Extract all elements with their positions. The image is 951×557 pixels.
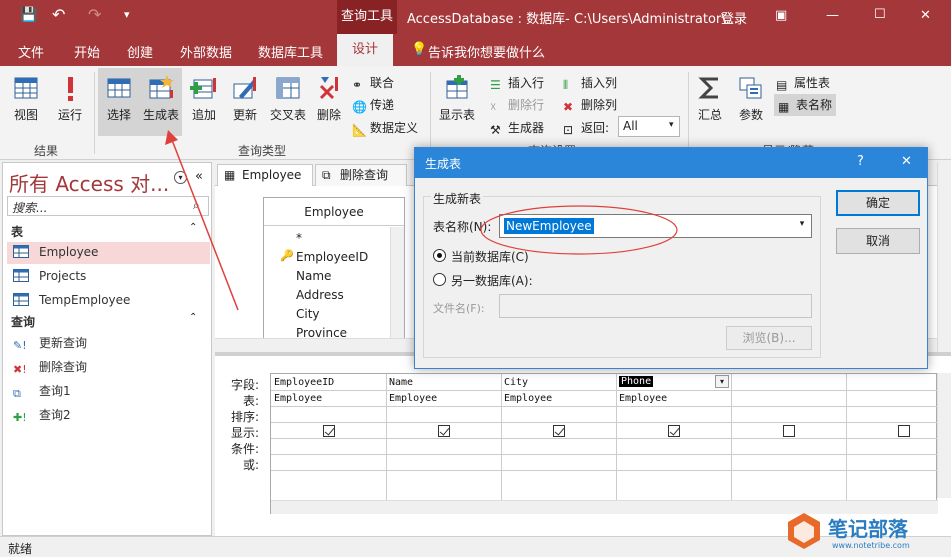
watermark-url: www.notetribe.com (832, 541, 910, 550)
chevron-down-icon[interactable]: ▾ (795, 219, 809, 233)
dialog-close-button[interactable]: ✕ (901, 154, 912, 169)
file-name-input[interactable] (499, 294, 812, 318)
watermark-logo-icon (788, 513, 820, 549)
radio-dot (437, 253, 442, 258)
make-table-dialog: 生成表 ? ✕ 生成新表 表名称(N): NewEmployee ▾ 当前数据库… (414, 147, 928, 369)
file-name-label: 文件名(F): (433, 302, 485, 315)
watermark: 笔记部落 www.notetribe.com (788, 511, 948, 555)
dialog-title-bar: 生成表 ? ✕ (415, 148, 927, 178)
status-text: 就绪 (8, 542, 33, 556)
group-label: 生成新表 (431, 190, 484, 207)
radio-circle (433, 249, 446, 262)
cancel-button[interactable]: 取消 (836, 228, 920, 254)
ok-button[interactable]: 确定 (836, 190, 920, 216)
help-button[interactable]: ? (857, 154, 864, 169)
watermark-text: 笔记部落 (828, 517, 908, 541)
radio-circle (433, 273, 446, 286)
dialog-title: 生成表 (425, 157, 462, 171)
browse-button[interactable]: 浏览(B)... (726, 326, 812, 350)
